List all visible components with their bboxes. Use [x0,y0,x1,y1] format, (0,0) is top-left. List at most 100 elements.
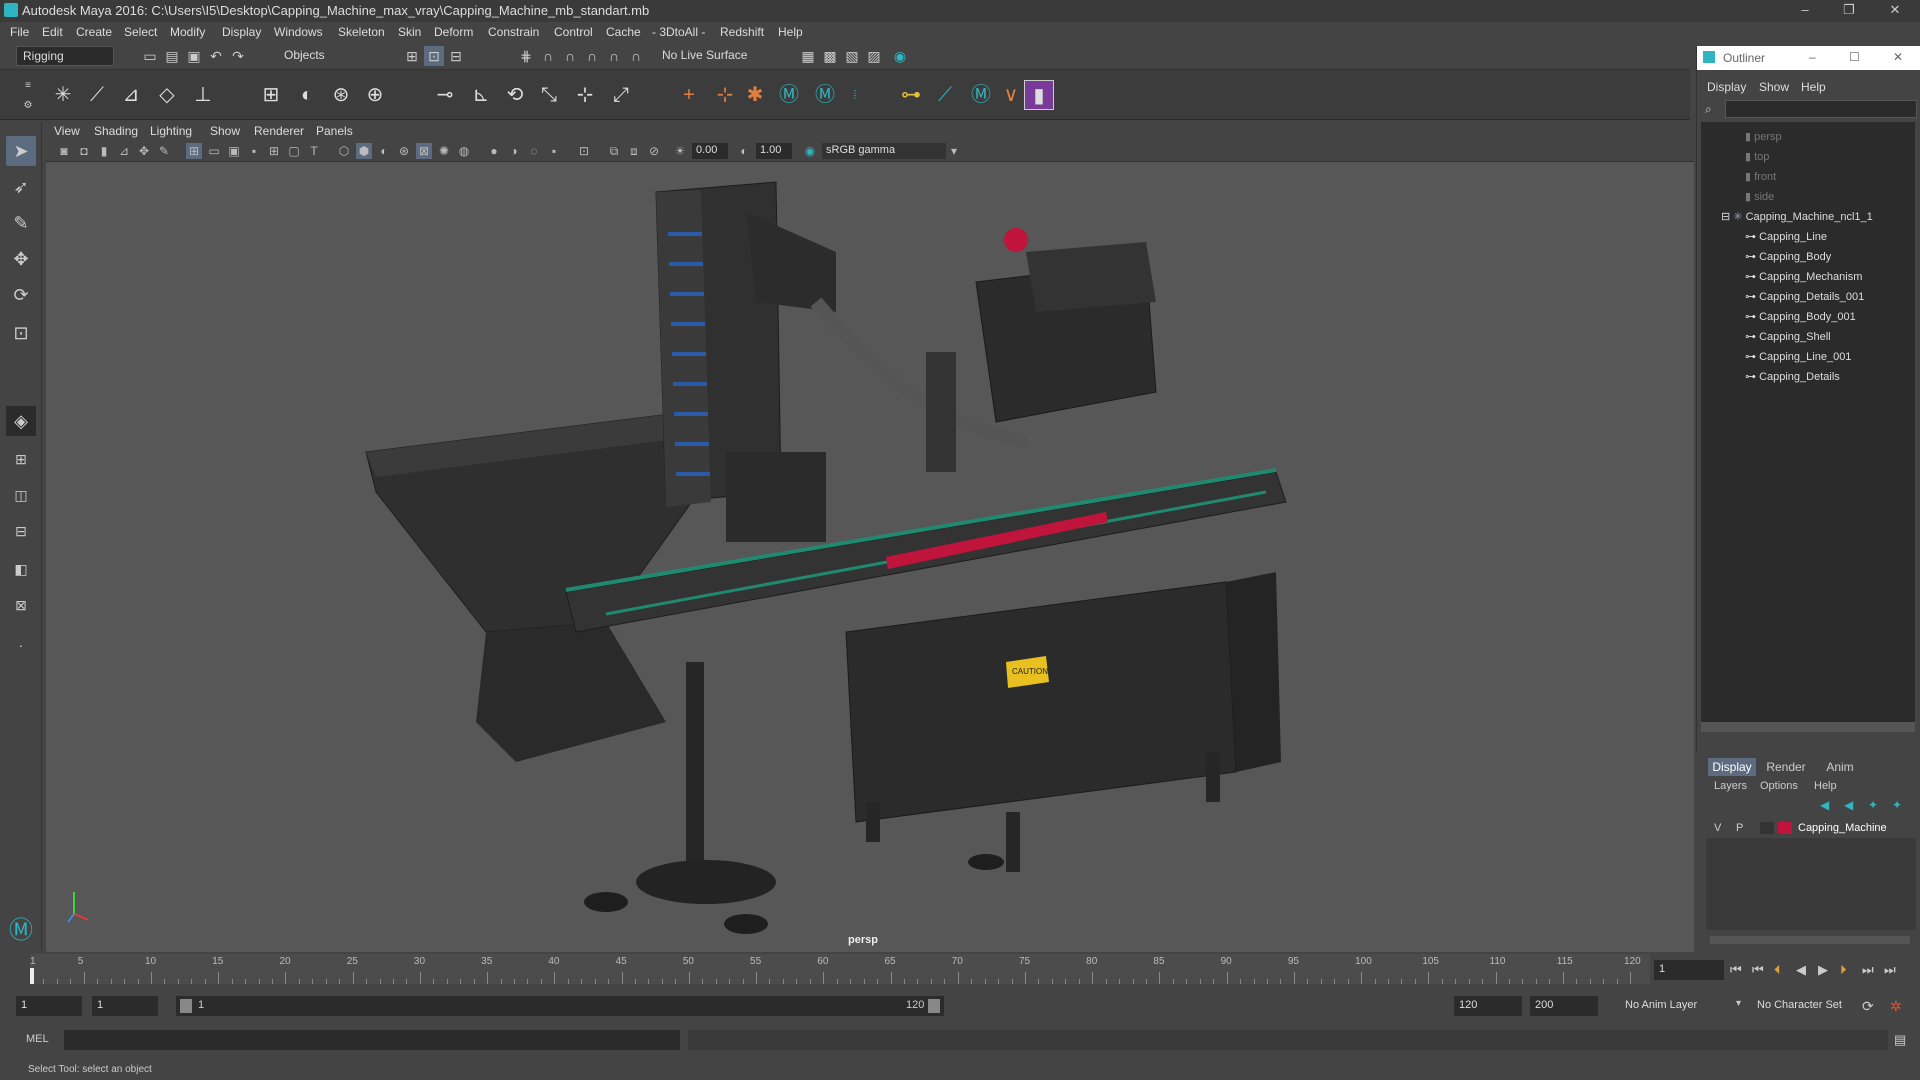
single-pane-layout-icon[interactable]: ◈ [6,406,36,436]
layer-display-type[interactable] [1760,822,1774,834]
character-set-dropdown[interactable]: No Character Set [1752,996,1862,1016]
outliner-close-button[interactable]: ✕ [1893,50,1903,64]
render-swatch-icon[interactable]: ▮ [1024,80,1054,110]
ik-handle-icon[interactable]: ⟋ [82,80,112,110]
locator-icon[interactable]: + [674,80,704,110]
exposure-icon[interactable]: ☀ [672,143,688,159]
range-bar[interactable]: 1 120 [176,996,944,1016]
render-frame-icon[interactable]: ▩ [820,46,840,66]
bookmark-icon[interactable]: ▮ [96,143,112,159]
layer-name[interactable]: Capping_Machine [1798,822,1887,834]
menu-display[interactable]: Display [222,25,261,39]
start-time-field[interactable]: 1 [16,996,82,1016]
skin-tool-icon[interactable]: ⊶ [896,80,926,110]
layer-playback-toggle[interactable]: P [1736,822,1743,834]
range-start-handle[interactable] [180,999,192,1013]
select-tool-icon[interactable]: ➤ [6,136,36,166]
step-back-key-icon[interactable]: ⏮ [1752,962,1764,978]
ipr-render-icon[interactable]: ▧ [842,46,862,66]
cmd-language-label[interactable]: MEL [26,1033,49,1045]
tab-render[interactable]: Render [1762,758,1810,776]
command-input[interactable] [64,1030,680,1050]
paint-tool-icon[interactable]: ⟋ [930,80,960,110]
menu-redshift[interactable]: Redshift [720,25,764,39]
gamma-field[interactable]: 1.00 [756,143,792,159]
undo-icon[interactable]: ↶ [206,46,226,66]
layers-menu-help[interactable]: Help [1814,780,1837,792]
layer-visibility-toggle[interactable]: V [1714,822,1721,834]
layer-color-swatch[interactable] [1778,822,1792,834]
viewport-persp[interactable]: CAUTION persp [46,162,1694,952]
time-slider[interactable]: 1 5 10 15 20 25 30 35 40 45 50 55 60 65 70 75 80 85 90 95 1… [0,952,1920,990]
film-gate-icon[interactable]: ▭ [206,143,222,159]
camera-select-icon[interactable]: ◙ [56,143,72,159]
outliner-maximize-button[interactable]: ☐ [1849,50,1860,64]
attribute-table-icon[interactable]: ⦙ [840,80,870,110]
current-time-indicator[interactable] [30,968,34,984]
outliner-item-child[interactable]: ⊶ Capping_Body_001 [1745,310,1856,323]
current-frame-field[interactable]: 1 [1654,960,1724,980]
minimize-button[interactable]: – [1790,2,1820,20]
pole-vector-icon[interactable]: ⤢ [606,80,636,110]
new-layer-icon[interactable]: ✦ [1868,798,1878,812]
playback-start-field[interactable]: 1 [92,996,158,1016]
play-forwards-icon[interactable]: ▶ [1818,962,1828,978]
outliner-item-persp[interactable]: ▮ persp [1745,130,1782,143]
menu-control[interactable]: Control [554,25,593,39]
vp-menu-show[interactable]: Show [210,124,240,138]
safe-title-icon[interactable]: T [306,143,322,159]
vp-menu-panels[interactable]: Panels [316,124,353,138]
scale-constraint-icon[interactable]: ⤡ [534,80,564,110]
outliner-hscrollbar[interactable] [1701,722,1915,732]
live-surface-field[interactable]: No Live Surface [656,46,756,66]
shelf-options-icon[interactable]: ≡ [18,76,38,96]
range-end-handle[interactable] [928,999,940,1013]
outliner-item-child[interactable]: ⊶ Capping_Mechanism [1745,270,1862,283]
wrap-icon[interactable]: ⊛ [326,80,356,110]
menu-file[interactable]: File [10,25,29,39]
2d-pan-icon[interactable]: ✥ [136,143,152,159]
textured-icon[interactable]: ⊠ [416,143,432,159]
default-material-icon[interactable]: ◐ [376,143,392,159]
open-scene-icon[interactable]: ▤ [162,46,182,66]
four-pane-layout-icon[interactable]: ⊞ [6,444,36,474]
snap-curve-icon[interactable]: ∩ [538,46,558,66]
image-plane-icon[interactable]: ⊿ [116,143,132,159]
menu-windows[interactable]: Windows [274,25,323,39]
xray-icon[interactable]: ⧉ [606,143,622,159]
lattice-icon[interactable]: ◐ [292,80,322,110]
wireframe-icon[interactable]: ⬡ [336,143,352,159]
locator-rig-icon[interactable]: ⊹ [710,80,740,110]
outliner-search-input[interactable] [1725,100,1917,118]
outliner-item-child[interactable]: ⊶ Capping_Line_001 [1745,350,1851,363]
go-to-start-icon[interactable]: ⏮ [1730,962,1742,978]
menu-skeleton[interactable]: Skeleton [338,25,385,39]
outliner-menu-help[interactable]: Help [1801,80,1826,94]
parent-constraint-icon[interactable]: ⊹ [570,80,600,110]
go-to-end-icon[interactable]: ⏭ [1884,962,1896,978]
field-chart-icon[interactable]: ⊞ [266,143,282,159]
maximize-button[interactable]: ❐ [1834,2,1864,20]
lasso-tool-icon[interactable]: ➶ [6,172,36,202]
outliner-menu-display[interactable]: Display [1707,80,1746,94]
vp-menu-view[interactable]: View [54,124,80,138]
select-object-icon[interactable]: ⊡ [424,46,444,66]
cluster-icon[interactable]: ⊞ [256,80,286,110]
anim-layer-dropdown[interactable]: No Anim Layer [1620,996,1740,1016]
menu-cache[interactable]: Cache [606,25,641,39]
hypershade-icon[interactable]: ◉ [890,46,910,66]
hypergraph-layout-icon[interactable]: ⊠ [6,590,36,620]
vertex-tool-icon[interactable]: ∨ [996,80,1026,110]
grease-pencil-icon[interactable]: ✎ [156,143,172,159]
time-ruler[interactable]: 1 5 10 15 20 25 30 35 40 45 50 55 60 65 70 75 80 85 90 95 1… [30,954,1650,984]
vp-menu-lighting[interactable]: Lighting [150,124,192,138]
outliner-item-top[interactable]: ▮ top [1745,150,1769,163]
save-scene-icon[interactable]: ▣ [184,46,204,66]
menu-set-dropdown[interactable]: Rigging [16,46,114,66]
outliner-item-root[interactable]: ⊟ ✳ Capping_Machine_ncl1_1 [1721,210,1873,223]
vp-menu-renderer[interactable]: Renderer [254,124,304,138]
menu-create[interactable]: Create [76,25,112,39]
menu-help[interactable]: Help [778,25,803,39]
auto-key-icon[interactable]: ⟳ [1862,998,1874,1015]
select-component-icon[interactable]: ⊟ [446,46,466,66]
